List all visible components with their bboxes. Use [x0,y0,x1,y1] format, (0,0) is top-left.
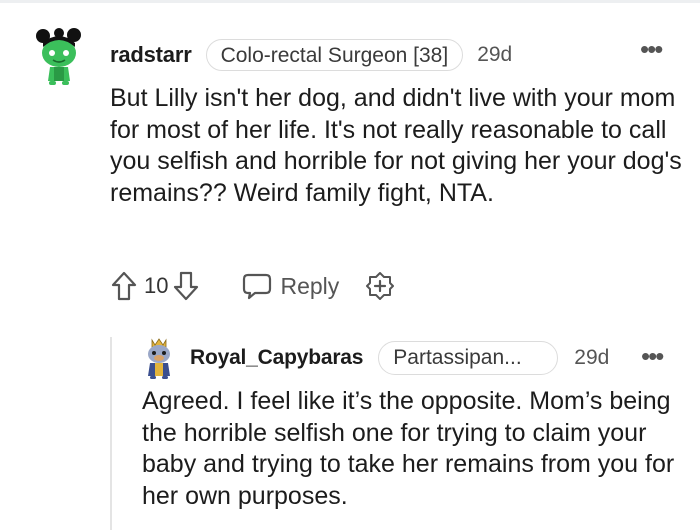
comment-header: radstarr Colo-rectal Surgeon [38] 29d [110,38,512,72]
comment-actions: 10 Reply [110,266,395,306]
top-divider [0,0,700,3]
comment-age: 29d [477,43,513,66]
user-flair: Partassipan... [378,341,559,375]
username[interactable]: radstarr [110,42,192,68]
speech-bubble-icon [242,272,272,300]
snoo-avatar-icon [36,28,81,85]
comment-header: Royal_Capybaras Partassipan... 29d [190,341,610,375]
avatar[interactable] [141,336,177,380]
downvote-arrow-icon[interactable] [172,270,200,302]
capybara-avatar-icon [148,338,170,379]
username[interactable]: Royal_Capybaras [190,346,363,370]
reply-label: Reply [280,272,340,299]
user-flair: Colo-rectal Surgeon [38] [205,39,464,71]
comment-age: 29d [574,346,610,369]
comment-body: But Lilly isn't her dog, and didn't live… [110,84,682,207]
more-options-icon[interactable]: ••• [640,36,663,62]
vote-count: 10 [144,273,169,298]
avatar[interactable] [34,27,84,85]
more-options-icon[interactable]: ••• [641,343,664,369]
upvote-arrow-icon[interactable] [110,270,138,302]
award-plus-icon[interactable] [365,271,395,301]
thread-line[interactable] [110,337,112,530]
reply-button[interactable]: Reply [242,272,339,300]
comment-body: Agreed. I feel like it’s the opposite. M… [142,387,675,510]
